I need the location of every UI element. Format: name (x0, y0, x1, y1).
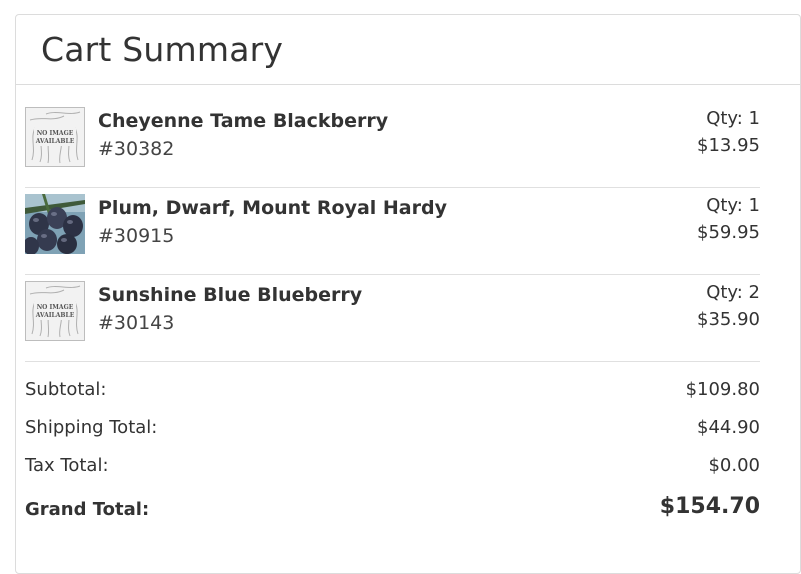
subtotal-row: Subtotal: $109.80 (25, 376, 760, 414)
item-quantity: Qty: 2 (706, 282, 760, 303)
tax-total-row: Tax Total: $0.00 (25, 452, 760, 490)
item-quantity: Qty: 1 (706, 108, 760, 129)
grand-total-label: Grand Total: (25, 499, 150, 520)
cart-totals: Subtotal: $109.80 Shipping Total: $44.90… (25, 376, 760, 534)
cart-item: NO IMAGE AVAILABLE Cheyenne Tame Blackbe… (25, 101, 760, 188)
tax-total-value: $0.00 (708, 455, 760, 476)
item-price: $35.90 (697, 309, 760, 330)
subtotal-label: Subtotal: (25, 379, 107, 400)
item-name[interactable]: Sunshine Blue Blueberry (98, 284, 362, 306)
item-name[interactable]: Plum, Dwarf, Mount Royal Hardy (98, 197, 447, 219)
svg-text:AVAILABLE: AVAILABLE (35, 138, 75, 145)
shipping-total-row: Shipping Total: $44.90 (25, 414, 760, 452)
no-image-icon: NO IMAGE AVAILABLE (26, 282, 84, 340)
shipping-total-label: Shipping Total: (25, 417, 158, 438)
cart-item-list: NO IMAGE AVAILABLE Cheyenne Tame Blackbe… (25, 101, 760, 362)
plum-image (25, 194, 85, 254)
item-sku: #30382 (98, 138, 175, 160)
grand-total-value: $154.70 (659, 494, 760, 519)
tax-total-label: Tax Total: (25, 455, 109, 476)
svg-text:NO IMAGE: NO IMAGE (37, 304, 74, 311)
svg-text:NO IMAGE: NO IMAGE (37, 130, 74, 137)
plum-photo (25, 194, 85, 254)
grand-total-row: Grand Total: $154.70 (25, 490, 760, 534)
svg-text:AVAILABLE: AVAILABLE (35, 312, 75, 319)
item-sku: #30915 (98, 225, 175, 247)
item-quantity: Qty: 1 (706, 195, 760, 216)
subtotal-value: $109.80 (685, 379, 760, 400)
no-image-icon: NO IMAGE AVAILABLE (26, 108, 84, 166)
no-image-placeholder: NO IMAGE AVAILABLE (25, 281, 85, 341)
cart-summary-header: Cart Summary (16, 15, 800, 85)
item-price: $59.95 (697, 222, 760, 243)
cart-item: NO IMAGE AVAILABLE Sunshine Blue Blueber… (25, 275, 760, 362)
page-title: Cart Summary (41, 30, 284, 69)
no-image-placeholder: NO IMAGE AVAILABLE (25, 107, 85, 167)
shipping-total-value: $44.90 (697, 417, 760, 438)
item-price: $13.95 (697, 135, 760, 156)
cart-item: Plum, Dwarf, Mount Royal Hardy #30915 Qt… (25, 188, 760, 275)
item-sku: #30143 (98, 312, 175, 334)
item-name[interactable]: Cheyenne Tame Blackberry (98, 110, 388, 132)
